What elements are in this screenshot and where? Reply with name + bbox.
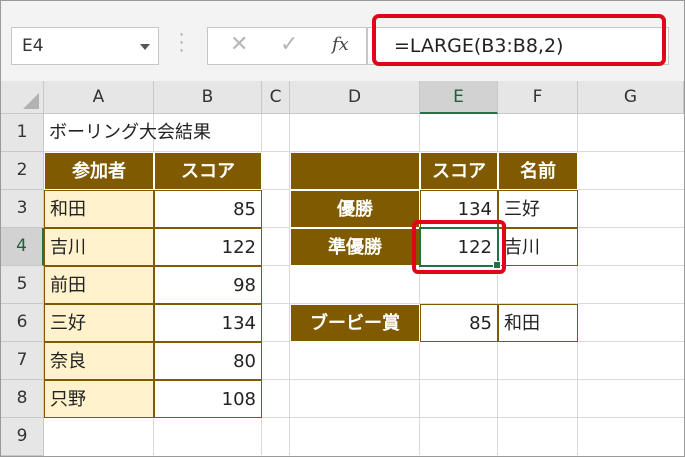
select-all-icon <box>23 93 39 109</box>
cancel-icon[interactable]: ✕ <box>230 32 248 57</box>
result-name-cell[interactable]: 和田 <box>498 304 578 342</box>
insert-function-icon[interactable]: fx <box>332 34 349 55</box>
results-header-blank[interactable] <box>290 152 420 190</box>
participant-name-cell[interactable]: 吉川 <box>44 228 154 266</box>
column-header-d[interactable]: D <box>290 81 420 114</box>
select-all-button[interactable] <box>1 81 44 114</box>
name-box-value: E4 <box>22 36 44 56</box>
result-name-cell[interactable]: 吉川 <box>498 228 578 266</box>
row-header-8[interactable]: 8 <box>1 380 44 418</box>
sheet-title-cell[interactable]: ボーリング大会結果 <box>44 114 216 152</box>
result-label-winner[interactable]: 優勝 <box>290 190 420 228</box>
result-score-cell[interactable]: 85 <box>420 304 498 342</box>
participant-name-cell[interactable]: 前田 <box>44 266 154 304</box>
column-header-f[interactable]: F <box>498 81 578 114</box>
column-header-g[interactable]: G <box>578 81 684 114</box>
participant-score-cell[interactable]: 85 <box>154 190 262 228</box>
row-header-9[interactable]: 9 <box>1 418 44 456</box>
row-header-3[interactable]: 3 <box>1 190 44 228</box>
more-options-icon[interactable]: · · · <box>179 27 184 59</box>
header-participant[interactable]: 参加者 <box>44 152 154 190</box>
participant-score-cell[interactable]: 122 <box>154 228 262 266</box>
formula-highlight-box <box>372 14 666 66</box>
row-header-1[interactable]: 1 <box>1 114 44 152</box>
name-box[interactable]: E4 <box>11 27 159 65</box>
column-header-b[interactable]: B <box>154 81 262 114</box>
participant-score-cell[interactable]: 80 <box>154 342 262 380</box>
participant-name-cell[interactable]: 和田 <box>44 190 154 228</box>
participant-score-cell[interactable]: 134 <box>154 304 262 342</box>
spreadsheet-grid: A B C D E F G 1 2 3 4 5 6 7 8 9 ボーリング大会結… <box>1 81 684 456</box>
column-header-e[interactable]: E <box>420 81 498 114</box>
participant-name-cell[interactable]: 奈良 <box>44 342 154 380</box>
column-header-a[interactable]: A <box>44 81 154 114</box>
row-header-4[interactable]: 4 <box>1 228 44 266</box>
row-header-6[interactable]: 6 <box>1 304 44 342</box>
participant-name-cell[interactable]: 三好 <box>44 304 154 342</box>
enter-icon[interactable]: ✓ <box>280 32 298 57</box>
header-score[interactable]: スコア <box>154 152 262 190</box>
column-header-c[interactable]: C <box>262 81 290 114</box>
cell-highlight-box <box>412 220 506 274</box>
row-header-7[interactable]: 7 <box>1 342 44 380</box>
result-label-booby[interactable]: ブービー賞 <box>290 304 420 342</box>
formula-buttons: ✕ ✓ fx <box>207 27 367 65</box>
result-label-runner-up[interactable]: 準優勝 <box>290 228 420 266</box>
result-name-cell[interactable]: 三好 <box>498 190 578 228</box>
participant-score-cell[interactable]: 108 <box>154 380 262 418</box>
participant-score-cell[interactable]: 98 <box>154 266 262 304</box>
participant-name-cell[interactable]: 只野 <box>44 380 154 418</box>
results-header-score[interactable]: スコア <box>420 152 498 190</box>
results-header-name[interactable]: 名前 <box>498 152 578 190</box>
row-header-2[interactable]: 2 <box>1 152 44 190</box>
row-header-5[interactable]: 5 <box>1 266 44 304</box>
chevron-down-icon[interactable] <box>140 44 150 50</box>
